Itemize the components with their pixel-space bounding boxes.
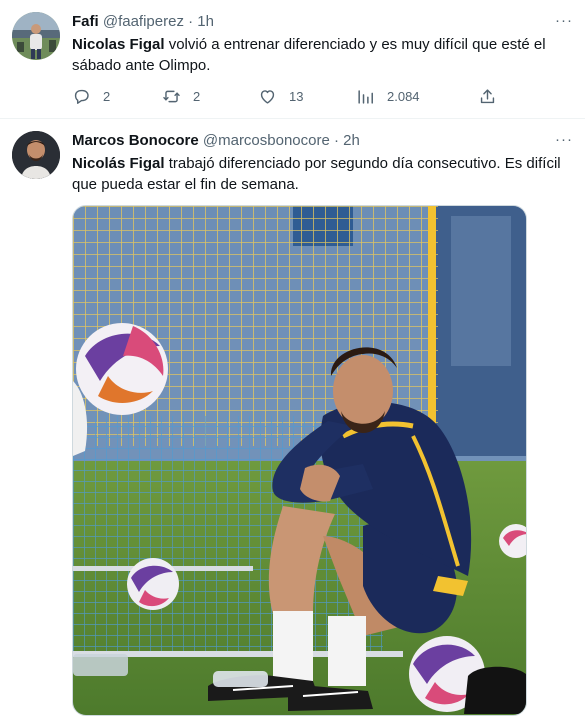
separator: · (183, 13, 198, 30)
tweet-header: Marcos Bonocore @marcosbonocore · 2h (72, 132, 360, 150)
like-icon (260, 89, 275, 104)
retweet-button[interactable]: 2 (162, 85, 200, 107)
handle[interactable]: @marcosbonocore (203, 132, 330, 149)
handle[interactable]: @faafiperez (103, 13, 184, 30)
tweet-text: Nicolas Figal volvió a entrenar diferenc… (72, 34, 572, 76)
like-count: 13 (289, 88, 304, 104)
tweet-header: Fafi @faafiperez · 1h (72, 13, 214, 31)
avatar-fafi[interactable] (12, 12, 60, 60)
tweet-actions: 2 2 13 2.084 (72, 85, 512, 107)
views-icon (358, 89, 373, 104)
display-name[interactable]: Fafi (72, 13, 99, 30)
timestamp[interactable]: 1h (197, 13, 214, 30)
more-icon[interactable]: ··· (553, 131, 575, 149)
more-icon[interactable]: ··· (553, 12, 575, 30)
tweet-text-bold: Nicolas Figal (72, 36, 165, 53)
reply-button[interactable]: 2 (72, 85, 110, 107)
tweet-marcosbonocore[interactable]: Marcos Bonocore @marcosbonocore · 2h ···… (0, 119, 585, 726)
share-icon (480, 88, 495, 103)
display-name[interactable]: Marcos Bonocore (72, 132, 199, 149)
share-button[interactable] (478, 85, 509, 107)
tweet-photo[interactable] (72, 205, 527, 716)
tweet-faafiperez[interactable]: Fafi @faafiperez · 1h ··· Nicolas Figal … (0, 0, 585, 119)
timestamp[interactable]: 2h (343, 132, 360, 149)
tweet-text: Nicolás Figal trabajó diferenciado por s… (72, 153, 572, 195)
training-photo-illustration (73, 206, 526, 715)
retweet-icon (163, 90, 180, 102)
retweet-count: 2 (193, 88, 201, 104)
reply-count: 2 (103, 88, 111, 104)
views-button[interactable]: 2.084 (356, 85, 420, 107)
avatar-marcos-bonocore[interactable] (12, 131, 60, 179)
separator: · (329, 132, 344, 149)
like-button[interactable]: 13 (258, 85, 303, 107)
views-count: 2.084 (387, 88, 420, 104)
reply-icon (74, 89, 89, 104)
tweet-text-bold: Nicolás Figal (72, 155, 165, 172)
